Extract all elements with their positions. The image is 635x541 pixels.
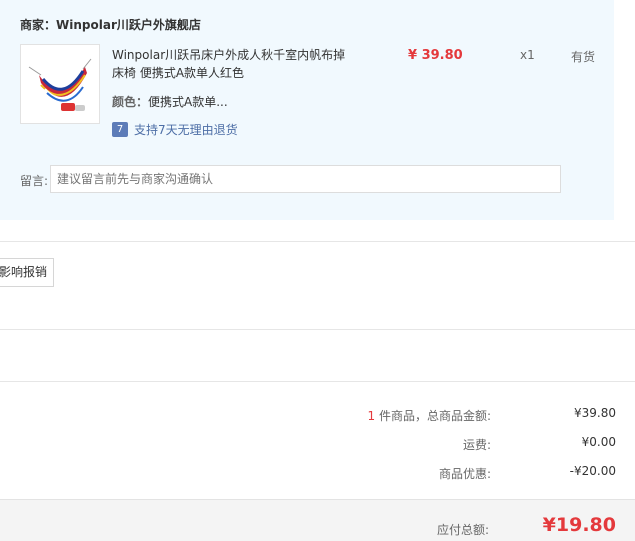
shop-name[interactable]: 商家：Winpolar川跃户外旗舰店: [20, 16, 201, 33]
seven-day-return-icon: 7: [112, 122, 128, 137]
note-input[interactable]: [50, 165, 561, 193]
quantity: x1: [520, 48, 535, 62]
discount-amount: -¥20.00: [569, 464, 616, 478]
total-amount: ¥19.80: [542, 514, 616, 536]
spec-value: 便携式A款单...: [148, 95, 228, 109]
note-label: 留言:: [20, 174, 49, 188]
product-spec: 颜色：便携式A款单...: [112, 93, 228, 110]
total-label: 应付总额:: [436, 523, 489, 537]
total-bar: [0, 499, 635, 541]
goods-label-text: 件商品，总商品金额:: [375, 409, 491, 423]
return-policy-text[interactable]: 支持7天无理由退货: [134, 121, 238, 138]
divider: [0, 241, 635, 242]
hammock-image: [21, 45, 99, 123]
spec-label: 颜色：: [112, 95, 149, 109]
divider: [0, 329, 635, 330]
product-thumbnail[interactable]: [20, 44, 100, 124]
unit-price: ¥ 39.80: [408, 48, 463, 63]
stock-status: 有货: [571, 50, 596, 64]
goods-amount: ¥39.80: [574, 406, 616, 420]
invoice-button[interactable]: 影响报销: [0, 258, 54, 287]
goods-total-label: 1 件商品，总商品金额:: [368, 407, 492, 424]
discount-label: 商品优惠:: [438, 467, 491, 481]
product-title[interactable]: Winpolar川跃吊床户外成人秋千室内帆布掉床椅 便携式A款单人红色: [112, 46, 352, 82]
shipping-label: 运费:: [462, 438, 491, 452]
item-count: 1: [367, 409, 376, 423]
divider: [0, 381, 635, 382]
return-policy[interactable]: 7 支持7天无理由退货: [112, 121, 238, 138]
shipping-amount: ¥0.00: [581, 435, 616, 449]
